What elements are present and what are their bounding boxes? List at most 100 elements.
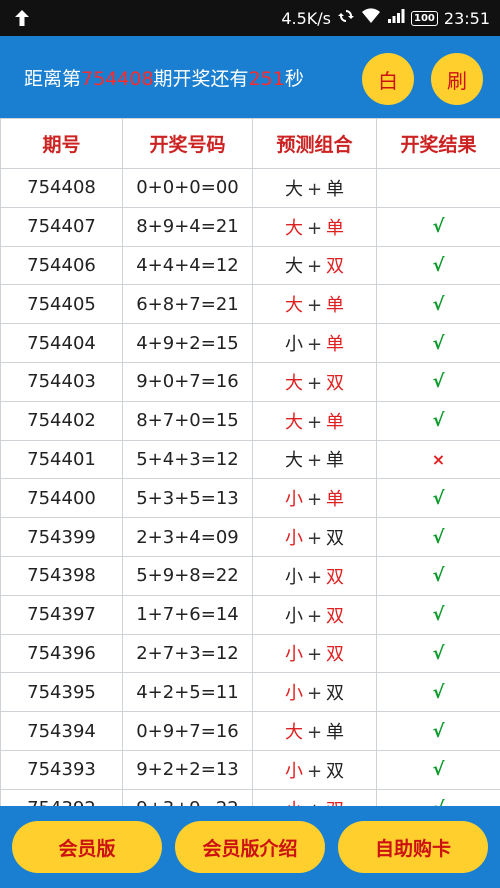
prediction-size: 大 [284,256,303,278]
row-numbers: 5+4+3=12 [122,439,253,480]
status-bar: 4.5K/s 100 23:51 [0,0,500,36]
row-numbers: 6+8+7=21 [122,284,253,325]
member-version-button[interactable]: 会员版 [12,821,162,873]
check-icon: √ [432,759,445,781]
refresh-button[interactable]: 刷 [431,53,483,105]
row-period: 754408 [0,168,123,208]
prediction-size: 大 [284,722,303,744]
plus-sign: + [306,605,323,627]
row-prediction: 大 + 双 [252,245,377,286]
countdown-seconds: 251 [248,67,285,90]
clock: 23:51 [443,8,490,28]
header-bar: 距离第754408期开奖还有251秒 白 刷 [0,36,500,118]
prediction-size: 小 [284,489,303,511]
prediction-size: 大 [284,295,303,317]
row-numbers: 5+3+5=13 [122,478,253,519]
prediction-parity: 双 [326,605,345,627]
plus-sign: + [306,411,323,433]
row-numbers: 4+2+5=11 [122,672,253,713]
table-row: 754397 1+7+6=14 小 + 双 √ [0,594,500,635]
row-period: 754395 [0,672,123,713]
row-period: 754398 [0,555,123,596]
row-result [376,168,500,208]
row-result: √ [376,478,500,519]
table-row: 754398 5+9+8=22 小 + 双 √ [0,555,500,596]
prediction-size: 小 [284,644,303,666]
row-result: × [376,439,500,480]
row-period: 754392 [0,788,123,806]
table-row: 754404 4+9+2=15 小 + 单 √ [0,323,500,363]
row-numbers: 0+9+7=16 [122,711,253,751]
row-period: 754405 [0,284,123,325]
plus-sign: + [306,683,323,705]
table-row: 754393 9+2+2=13 小 + 双 √ [0,749,500,790]
check-icon: √ [432,216,445,238]
row-numbers: 2+7+3=12 [122,633,253,674]
row-prediction: 小 + 单 [252,323,377,363]
row-result: √ [376,284,500,325]
table-row: 754396 2+7+3=12 小 + 双 √ [0,633,500,674]
check-icon: √ [432,720,445,742]
prediction-size: 小 [284,334,303,356]
table-row: 754408 0+0+0=00 大 + 单 [0,168,500,208]
row-prediction: 大 + 双 [252,361,377,402]
results-table-container[interactable]: 期号 开奖号码 预测组合 开奖结果 754408 0+0+0=00 大 + 单 75440… [0,118,500,806]
prediction-size: 大 [284,178,303,200]
row-result: √ [376,711,500,751]
check-icon: √ [432,293,445,315]
row-prediction: 大 + 单 [252,439,377,480]
plus-sign: + [306,644,323,666]
row-period: 754404 [0,323,123,363]
prediction-size: 小 [284,683,303,705]
row-numbers: 1+7+6=14 [122,594,253,635]
table-row: 754401 5+4+3=12 大 + 单 × [0,439,500,480]
plus-sign: + [306,178,323,200]
prediction-parity: 单 [326,450,345,472]
row-period: 754403 [0,361,123,402]
prediction-size: 小 [284,760,303,782]
upload-arrow-icon [10,6,34,30]
row-period: 754400 [0,478,123,519]
table-row: 754394 0+9+7=16 大 + 单 √ [0,711,500,751]
row-numbers: 9+0+7=16 [122,361,253,402]
row-result: √ [376,245,500,286]
check-icon: √ [432,254,445,276]
check-icon: √ [432,526,445,548]
table-row: 754395 4+2+5=11 小 + 双 √ [0,672,500,713]
row-result: √ [376,788,500,806]
row-numbers: 4+4+4=12 [122,245,253,286]
table-row: 754405 6+8+7=21 大 + 单 √ [0,284,500,325]
prediction-parity: 单 [326,411,345,433]
row-period: 754402 [0,400,123,441]
buy-card-button[interactable]: 自助购卡 [338,821,488,873]
table-row: 754400 5+3+5=13 小 + 单 √ [0,478,500,519]
check-icon: √ [432,332,445,354]
network-speed: 4.5K/s [281,8,332,28]
row-prediction: 小+双 [252,517,377,557]
prediction-size: 小 [284,605,303,627]
results-table: 期号 开奖号码 预测组合 开奖结果 754408 0+0+0=00 大 + 单 75440… [0,118,500,806]
prediction-size: 大 [284,217,303,239]
sync-icon [337,7,355,29]
header-numbers: 开奖号码 [122,118,253,169]
check-icon: √ [432,604,445,626]
table-row: 754402 8+7+0=15 大 + 单 √ [0,400,500,441]
plus-sign: + [306,528,323,550]
header-prediction: 预测组合 [252,118,377,169]
row-numbers: 2+3+4=09 [122,517,253,557]
prediction-parity: 单 [326,295,345,317]
row-prediction: 小+双 [252,555,377,596]
row-result: √ [376,206,500,247]
countdown-text: 距离第754408期开奖还有251秒 [24,67,304,90]
row-period: 754406 [0,245,123,286]
member-intro-button[interactable]: 会员版介绍 [175,821,325,873]
prediction-size: 小 [284,528,303,550]
wifi-icon [361,8,381,28]
row-result: √ [376,633,500,674]
plus-sign: + [306,217,323,239]
white-button[interactable]: 白 [362,53,414,105]
row-prediction: 大 + 单 [252,206,377,247]
row-numbers: 9+2+2=13 [122,749,253,790]
check-icon: √ [432,410,445,432]
row-numbers: 5+9+8=22 [122,555,253,596]
